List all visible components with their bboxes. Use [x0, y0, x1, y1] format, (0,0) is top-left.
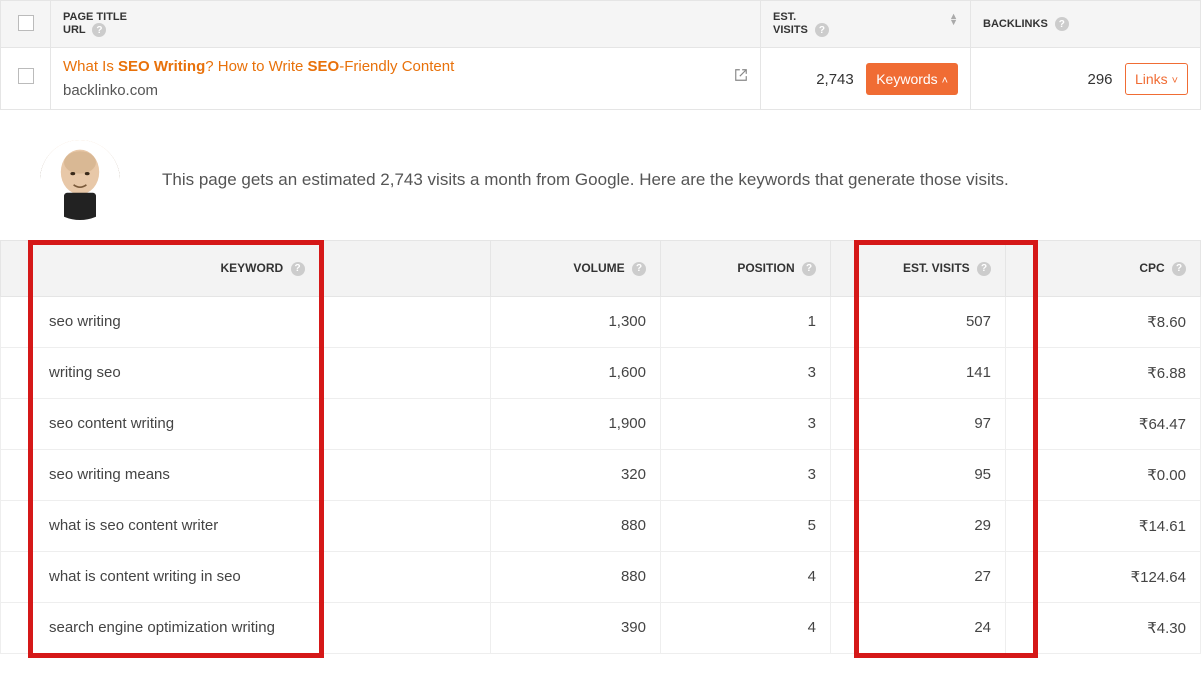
cpc-header[interactable]: CPC ?: [1006, 241, 1201, 297]
est-visits-header-label2: VISITS: [773, 24, 808, 36]
cpc-cell: ₹124.64: [1006, 551, 1201, 602]
url-header-label: URL: [63, 24, 85, 36]
help-icon[interactable]: ?: [632, 262, 646, 276]
backlinks-value: 296: [1088, 71, 1113, 88]
row-select-cell[interactable]: [1, 48, 51, 110]
checkbox-icon[interactable]: [18, 68, 34, 84]
help-icon[interactable]: ?: [977, 262, 991, 276]
table-row: what is seo content writer880529₹14.61: [1, 500, 1201, 551]
estvisits-cell: 29: [831, 500, 1006, 551]
volume-header[interactable]: VOLUME ?: [491, 241, 661, 297]
volume-cell: 390: [491, 602, 661, 653]
help-icon[interactable]: ?: [1172, 262, 1186, 276]
estvisits-header[interactable]: EST. VISITS ?: [831, 241, 1006, 297]
cpc-cell: ₹0.00: [1006, 449, 1201, 500]
pages-table: PAGE TITLE URL ? ▲▼ EST. VISITS ? BACKLI…: [0, 0, 1201, 110]
page-domain: backlinko.com: [63, 82, 748, 99]
keyword-cell: what is seo content writer: [1, 500, 491, 551]
keyword-header[interactable]: KEYWORD ?: [1, 241, 491, 297]
help-icon[interactable]: ?: [815, 23, 829, 37]
avatar: [40, 140, 120, 220]
page-title-cell: What Is SEO Writing? How to Write SEO-Fr…: [51, 48, 761, 110]
position-cell: 3: [661, 398, 831, 449]
pages-table-header-row: PAGE TITLE URL ? ▲▼ EST. VISITS ? BACKLI…: [1, 1, 1201, 48]
backlinks-cell: 296 Links ˅: [971, 48, 1201, 110]
cpc-cell: ₹6.88: [1006, 347, 1201, 398]
page-title-link[interactable]: What Is SEO Writing? How to Write SEO-Fr…: [63, 58, 454, 75]
cpc-cell: ₹64.47: [1006, 398, 1201, 449]
page-title-header[interactable]: PAGE TITLE URL ?: [51, 1, 761, 48]
keyword-table-header-row: KEYWORD ? VOLUME ? POSITION ? EST. VISIT…: [1, 241, 1201, 297]
keyword-table-wrapper: KEYWORD ? VOLUME ? POSITION ? EST. VISIT…: [0, 240, 1201, 654]
volume-cell: 880: [491, 500, 661, 551]
external-link-icon[interactable]: [734, 68, 748, 85]
volume-cell: 1,600: [491, 347, 661, 398]
help-icon[interactable]: ?: [802, 262, 816, 276]
help-icon[interactable]: ?: [92, 23, 106, 37]
table-row: writing seo1,6003141₹6.88: [1, 347, 1201, 398]
advisor-tip: This page gets an estimated 2,743 visits…: [40, 140, 1181, 220]
keyword-cell: seo writing: [1, 296, 491, 347]
volume-cell: 320: [491, 449, 661, 500]
backlinks-header[interactable]: BACKLINKS ?: [971, 1, 1201, 48]
keyword-table: KEYWORD ? VOLUME ? POSITION ? EST. VISIT…: [0, 240, 1201, 654]
table-row: seo content writing1,900397₹64.47: [1, 398, 1201, 449]
estvisits-cell: 95: [831, 449, 1006, 500]
table-row: seo writing1,3001507₹8.60: [1, 296, 1201, 347]
table-row: what is content writing in seo880427₹124…: [1, 551, 1201, 602]
keyword-cell: seo content writing: [1, 398, 491, 449]
estvisits-cell: 24: [831, 602, 1006, 653]
cpc-cell: ₹4.30: [1006, 602, 1201, 653]
est-visits-header[interactable]: ▲▼ EST. VISITS ?: [761, 1, 971, 48]
keyword-cell: search engine optimization writing: [1, 602, 491, 653]
checkbox-icon[interactable]: [18, 15, 34, 31]
cpc-cell: ₹14.61: [1006, 500, 1201, 551]
select-all-header[interactable]: [1, 1, 51, 48]
links-button[interactable]: Links ˅: [1125, 63, 1188, 95]
estvisits-cell: 27: [831, 551, 1006, 602]
est-visits-value: 2,743: [816, 71, 854, 88]
est-visits-cell: 2,743 Keywords ˄: [761, 48, 971, 110]
keyword-cell: writing seo: [1, 347, 491, 398]
keywords-button[interactable]: Keywords ˄: [866, 63, 958, 95]
keyword-cell: what is content writing in seo: [1, 551, 491, 602]
volume-cell: 1,900: [491, 398, 661, 449]
volume-cell: 1,300: [491, 296, 661, 347]
estvisits-cell: 507: [831, 296, 1006, 347]
estvisits-cell: 97: [831, 398, 1006, 449]
advisor-text: This page gets an estimated 2,743 visits…: [140, 152, 1031, 208]
sort-arrows-icon[interactable]: ▲▼: [949, 13, 958, 25]
volume-cell: 880: [491, 551, 661, 602]
position-header[interactable]: POSITION ?: [661, 241, 831, 297]
position-cell: 4: [661, 602, 831, 653]
position-cell: 5: [661, 500, 831, 551]
position-cell: 4: [661, 551, 831, 602]
table-row: search engine optimization writing390424…: [1, 602, 1201, 653]
position-cell: 3: [661, 347, 831, 398]
estvisits-cell: 141: [831, 347, 1006, 398]
chevron-up-icon: ˄: [942, 75, 948, 87]
page-title-header-label: PAGE TITLE: [63, 11, 127, 23]
position-cell: 3: [661, 449, 831, 500]
backlinks-header-label: BACKLINKS: [983, 18, 1048, 30]
table-row: seo writing means320395₹0.00: [1, 449, 1201, 500]
chevron-down-icon: ˅: [1172, 75, 1178, 87]
est-visits-header-label1: EST.: [773, 11, 796, 23]
cpc-cell: ₹8.60: [1006, 296, 1201, 347]
table-row: What Is SEO Writing? How to Write SEO-Fr…: [1, 48, 1201, 110]
position-cell: 1: [661, 296, 831, 347]
help-icon[interactable]: ?: [1055, 17, 1069, 31]
help-icon[interactable]: ?: [291, 262, 305, 276]
keyword-cell: seo writing means: [1, 449, 491, 500]
